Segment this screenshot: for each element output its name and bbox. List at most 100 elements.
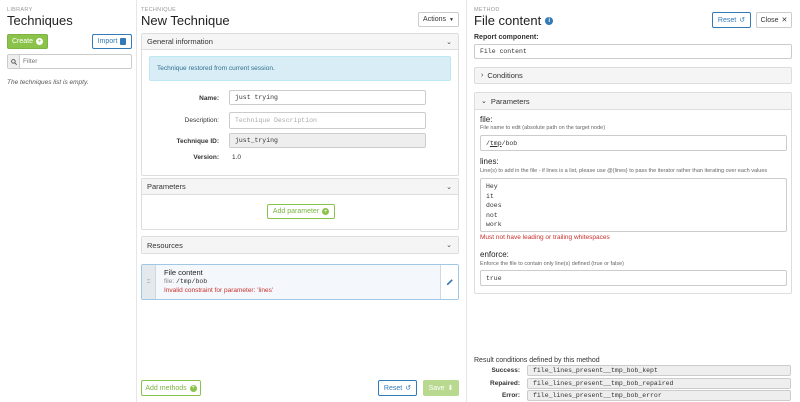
method-reset-button[interactable]: Reset ↺ — [712, 12, 751, 28]
error-condition[interactable]: file_lines_present__tmp_bob_error — [527, 390, 791, 401]
technique-id-input[interactable]: just_trying — [229, 133, 426, 148]
param-lines-help: Line(s) to add in the file - if lines is… — [480, 168, 768, 174]
result-conditions-title: Result conditions defined by this method — [474, 357, 600, 364]
restore-notice: Technique restored from current session. — [149, 56, 451, 81]
name-input[interactable]: just trying — [229, 90, 426, 105]
method-call-title: File content — [164, 268, 203, 277]
param-lines-line: Hey — [486, 183, 498, 190]
chevron-down-icon: ⌄ — [446, 38, 452, 46]
library-title: Techniques — [7, 13, 73, 28]
method-title-row: File content i — [474, 13, 554, 28]
undo-icon: ↺ — [739, 17, 746, 24]
report-component-input[interactable]: File content — [474, 44, 792, 59]
add-parameter-button[interactable]: Add parameter + — [267, 204, 335, 219]
param-lines-line: not — [486, 211, 498, 219]
plus-icon: + — [322, 208, 330, 215]
caret-down-icon: ▼ — [449, 16, 454, 23]
filter-icon-box — [8, 55, 20, 68]
general-info-panel: General information ⌄ Technique restored… — [141, 33, 459, 176]
method-parameters-header[interactable]: ⌄ Parameters — [475, 93, 791, 110]
version-value: 1.0 — [232, 154, 242, 161]
success-condition[interactable]: file_lines_present__tmp_bob_kept — [527, 365, 791, 376]
param-enforce-input[interactable]: true — [480, 270, 787, 286]
chevron-down-icon: ⌄ — [446, 183, 452, 191]
technique-parameters-header[interactable]: Parameters ⌄ — [142, 179, 458, 195]
param-file-link: tmp — [489, 139, 502, 147]
create-button[interactable]: Create + — [7, 34, 48, 49]
method-call-content: File content file: /tmp/bob Invalid cons… — [156, 265, 440, 299]
chevron-down-icon: ⌄ — [481, 98, 487, 105]
description-label: Description: — [184, 117, 219, 124]
plus-icon: + — [36, 38, 43, 45]
description-input[interactable]: Technique Description — [229, 112, 426, 129]
param-lines-name: lines: — [480, 157, 499, 166]
add-methods-button[interactable]: Add methods + — [141, 380, 201, 396]
actions-label: Actions — [423, 16, 446, 23]
create-label: Create — [11, 38, 33, 45]
undo-icon: ↺ — [405, 385, 412, 392]
param-file-input[interactable]: / tmp/bob — [480, 135, 787, 151]
repaired-label: Repaired: — [490, 380, 520, 387]
import-label: Import — [97, 38, 118, 45]
add-methods-label: Add methods — [145, 384, 187, 392]
conditions-header[interactable]: › Conditions — [474, 67, 792, 84]
success-label: Success: — [491, 367, 520, 374]
report-component-label: Report component: — [474, 34, 539, 41]
close-label: Close — [760, 16, 779, 24]
actions-dropdown[interactable]: Actions ▼ — [418, 12, 459, 27]
method-call-param-key: file: — [164, 278, 175, 285]
pencil-icon — [446, 279, 453, 286]
drag-handle[interactable]: ::: — [142, 265, 156, 299]
chevron-right-icon: › — [481, 72, 484, 79]
technique-title: New Technique — [141, 13, 230, 28]
edit-method-button[interactable] — [440, 265, 458, 299]
plus-icon: + — [189, 384, 197, 392]
version-label: Version: — [193, 154, 219, 161]
add-parameter-label: Add parameter — [272, 208, 320, 215]
technique-column: TECHNIQUE New Technique Actions ▼ Genera… — [137, 0, 467, 402]
download-icon: ⬇ — [447, 385, 454, 392]
resources-title: Resources — [147, 240, 183, 250]
restore-notice-text: Technique restored from current session. — [157, 65, 275, 72]
method-title: File content — [474, 13, 542, 28]
file-import-icon — [120, 38, 127, 45]
technique-reset-button[interactable]: Reset ↺ — [378, 380, 417, 396]
repaired-condition[interactable]: file_lines_present__tmp_bob_repaired — [527, 378, 791, 389]
param-file-suffix: /bob — [501, 139, 518, 147]
import-button[interactable]: Import — [92, 34, 132, 49]
filter-field — [7, 54, 132, 69]
resources-header[interactable]: Resources ⌄ — [142, 237, 458, 253]
param-lines-error: Must not have leading or trailing whites… — [480, 234, 610, 241]
method-call-param-value: /tmp/bob — [175, 278, 208, 285]
library-column: LIBRARY Techniques Create + Import The t… — [0, 0, 137, 402]
method-call-card[interactable]: ::: File content file: /tmp/bob Invalid … — [141, 264, 459, 300]
method-parameters-panel: ⌄ Parameters file: File name to edit (ab… — [474, 92, 792, 294]
method-parameters-title: Parameters — [490, 96, 530, 106]
name-label: Name: — [199, 95, 219, 102]
technique-id-label: Technique ID: — [176, 138, 220, 145]
save-button[interactable]: Save ⬇ — [423, 380, 459, 396]
technique-parameters-panel: Parameters ⌄ Add parameter + — [141, 178, 459, 230]
empty-list-text: The techniques list is empty. — [7, 79, 89, 86]
error-label: Error: — [501, 392, 520, 399]
resources-panel: Resources ⌄ — [141, 236, 459, 254]
close-icon: ✕ — [781, 17, 788, 24]
param-lines-line: it — [486, 192, 494, 200]
technique-reset-label: Reset — [383, 384, 403, 392]
filter-input[interactable] — [23, 56, 131, 67]
param-file-help: File name to edit (absolute path on the … — [480, 125, 606, 131]
param-enforce-name: enforce: — [480, 250, 509, 259]
method-call-param: file: /tmp/bob — [164, 277, 432, 286]
param-lines-textarea[interactable]: Hey it does not work — [480, 178, 787, 232]
method-column: METHOD File content i Reset ↺ Close ✕ Re… — [467, 0, 800, 402]
param-lines-line: does — [486, 202, 502, 209]
method-reset-label: Reset — [717, 16, 737, 24]
general-info-title: General information — [147, 37, 213, 46]
save-label: Save — [428, 384, 445, 392]
method-call-error: Invalid constraint for parameter: 'lines… — [164, 287, 274, 294]
general-info-header[interactable]: General information ⌄ — [142, 34, 458, 50]
close-button[interactable]: Close ✕ — [756, 12, 792, 28]
param-lines-line: work — [486, 221, 502, 228]
search-icon — [10, 58, 17, 65]
info-icon[interactable]: i — [545, 16, 554, 25]
